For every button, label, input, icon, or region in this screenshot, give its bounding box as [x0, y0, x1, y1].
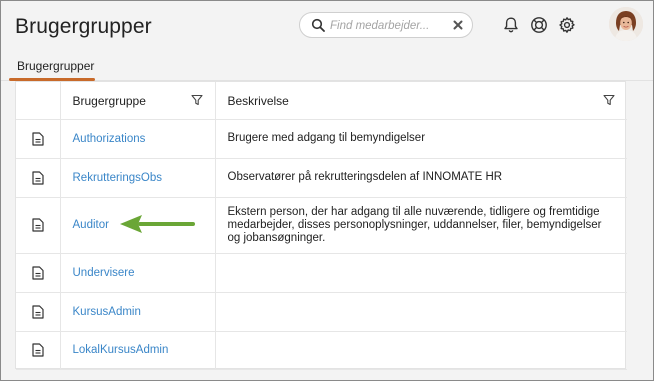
annotation-arrow-icon	[120, 215, 195, 233]
description-cell: Observatører på rekrutteringsdelen af IN…	[215, 158, 627, 198]
group-description: Observatører på rekrutteringsdelen af IN…	[227, 171, 503, 183]
group-link[interactable]: Authorizations	[61, 133, 146, 145]
table-row[interactable]: LokalKursusAdmin	[16, 331, 627, 370]
group-name-cell: LokalKursusAdmin	[60, 331, 216, 370]
document-icon	[32, 218, 44, 232]
bell-icon[interactable]	[502, 16, 520, 34]
filter-icon[interactable]	[190, 94, 203, 106]
description-cell	[215, 331, 627, 370]
document-icon	[32, 304, 44, 319]
group-name-cell: KursusAdmin	[60, 292, 216, 332]
search-input[interactable]	[330, 17, 448, 34]
description-cell: Brugere med adgang til bemyndigelser	[215, 119, 627, 159]
app-window: Brugergrupper Find medarbejder... Bruger…	[0, 0, 654, 381]
table-row[interactable]: Authorizations Brugere med adgang til be…	[16, 119, 627, 159]
row-icon-cell	[16, 253, 61, 293]
row-icon-cell	[16, 119, 61, 159]
table-row[interactable]: KursusAdmin	[16, 292, 627, 332]
icon-column-header	[16, 82, 61, 120]
group-name-cell: Undervisere	[60, 253, 216, 293]
group-link[interactable]: RekrutteringsObs	[61, 172, 162, 184]
table-header-row: Brugergruppe Beskrivelse	[16, 82, 627, 120]
group-name-cell: RekrutteringsObs	[60, 158, 216, 198]
column-header-label: Brugergruppe	[72, 94, 146, 108]
tab-bar: Brugergrupper	[1, 55, 653, 81]
group-link[interactable]: Undervisere	[61, 267, 135, 279]
document-icon	[32, 131, 44, 146]
column-header-beskrivelse: Beskrivelse	[215, 82, 627, 120]
row-icon-cell	[16, 331, 61, 370]
page-title: Brugergrupper	[15, 15, 152, 38]
document-icon	[32, 343, 44, 357]
gear-icon[interactable]	[558, 16, 576, 34]
document-icon	[32, 265, 44, 280]
filter-icon[interactable]	[603, 94, 615, 106]
document-icon	[32, 170, 44, 185]
user-groups-table: Brugergruppe Beskrivelse Authorizations …	[16, 82, 627, 370]
clear-icon[interactable]	[452, 19, 464, 31]
row-icon-cell	[16, 292, 61, 332]
table-row[interactable]: Auditor Ekstern person, der har adgang t…	[16, 197, 627, 254]
user-avatar-image	[609, 7, 643, 41]
group-description: Ekstern person, der har adgang til alle …	[227, 205, 602, 244]
row-icon-cell	[16, 197, 61, 254]
search-icon	[311, 18, 325, 32]
avatar[interactable]	[609, 7, 643, 41]
description-cell	[215, 253, 627, 293]
description-cell	[215, 292, 627, 332]
group-link[interactable]: KursusAdmin	[61, 306, 141, 318]
table-row[interactable]: Undervisere	[16, 253, 627, 293]
search-box[interactable]	[299, 12, 473, 38]
description-cell: Ekstern person, der har adgang til alle …	[215, 197, 627, 254]
header: Brugergrupper	[1, 1, 653, 55]
group-description: Brugere med adgang til bemyndigelser	[227, 132, 426, 144]
group-link[interactable]: LokalKursusAdmin	[61, 344, 169, 356]
row-icon-cell	[16, 158, 61, 198]
column-header-label: Beskrivelse	[227, 94, 289, 108]
help-icon[interactable]	[530, 16, 548, 34]
group-link[interactable]: Auditor	[61, 219, 109, 231]
group-name-cell: Authorizations	[60, 119, 216, 159]
column-header-brugergruppe: Brugergruppe	[60, 82, 216, 120]
table-row[interactable]: RekrutteringsObs Observatører på rekrutt…	[16, 158, 627, 198]
user-groups-table-panel: Brugergruppe Beskrivelse Authorizations …	[15, 81, 627, 370]
